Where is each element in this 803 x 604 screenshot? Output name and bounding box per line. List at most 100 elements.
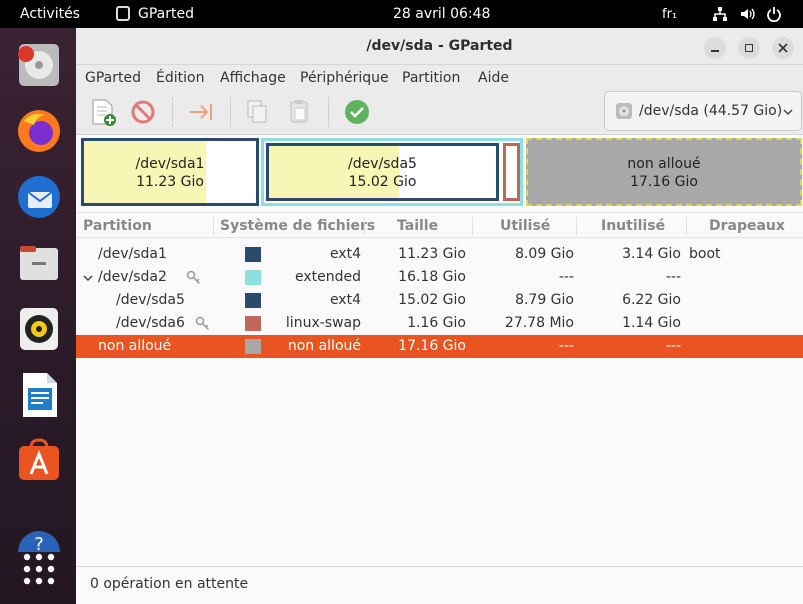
table-row[interactable]: /dev/sda2 extended 16.18 Gio --- --- bbox=[76, 266, 803, 289]
partition-unused: --- bbox=[665, 269, 681, 285]
filesystem-type: extended bbox=[294, 269, 361, 285]
used-space-fill bbox=[84, 141, 206, 203]
partition-map-sda1-size: 11.23 Gio bbox=[136, 174, 204, 190]
menu-partition[interactable]: Partition bbox=[402, 70, 460, 86]
column-separator bbox=[364, 217, 365, 235]
table-row[interactable]: /dev/sda5 ext4 15.02 Gio 8.79 Gio 6.22 G… bbox=[76, 289, 803, 312]
app-menu-label[interactable]: GParted bbox=[138, 6, 194, 22]
clock[interactable]: 28 avril 06:48 bbox=[393, 6, 490, 22]
partition-size: 1.16 Gio bbox=[407, 315, 466, 331]
software-center-icon[interactable] bbox=[14, 436, 64, 486]
partition-unused: 1.14 Gio bbox=[622, 315, 681, 331]
key-icon bbox=[195, 316, 210, 331]
filesystem-color-swatch bbox=[245, 339, 261, 354]
menu-gparted[interactable]: GParted bbox=[85, 70, 141, 86]
firefox-icon[interactable] bbox=[14, 106, 64, 156]
partition-unused: 6.22 Gio bbox=[622, 292, 681, 308]
activities-button[interactable]: Activités bbox=[20, 6, 80, 22]
window-title: /dev/sda - GParted bbox=[366, 38, 513, 54]
toolbar: /dev/sda (44.57 Gio) bbox=[76, 91, 803, 135]
partition-size: 16.18 Gio bbox=[398, 269, 466, 285]
partition-flags: boot bbox=[689, 246, 721, 262]
used-space-fill bbox=[269, 146, 399, 198]
partition-map-sda5-size: 15.02 Gio bbox=[348, 174, 417, 190]
close-button[interactable] bbox=[772, 37, 794, 59]
input-language[interactable]: fr₁ bbox=[662, 7, 677, 22]
title-bar[interactable]: /dev/sda - GParted bbox=[76, 28, 803, 65]
filesystem-type: linux-swap bbox=[285, 315, 361, 331]
partition-map-unallocated[interactable]: non alloué 17.16 Gio bbox=[526, 138, 802, 206]
chevron-down-icon bbox=[783, 109, 793, 116]
column-separator bbox=[686, 217, 687, 235]
power-icon[interactable] bbox=[766, 6, 782, 22]
column-unused[interactable]: Inutilisé bbox=[601, 218, 665, 234]
device-selector[interactable]: /dev/sda (44.57 Gio) bbox=[604, 91, 802, 131]
copy-icon[interactable] bbox=[242, 97, 272, 127]
partition-used: 27.78 Mio bbox=[504, 315, 574, 331]
filesystem-type: ext4 bbox=[329, 292, 361, 308]
paste-icon[interactable] bbox=[284, 97, 314, 127]
gparted-app-icon bbox=[116, 6, 130, 21]
menu-bar: GParted Édition Affichage Périphérique P… bbox=[76, 65, 803, 91]
table-header: Partition Système de fichiers Taille Uti… bbox=[76, 212, 803, 238]
partition-map-sda1-name: /dev/sda1 bbox=[135, 156, 205, 172]
minimize-button[interactable] bbox=[704, 37, 726, 59]
expander-icon[interactable] bbox=[83, 274, 93, 282]
filesystem-color-swatch bbox=[245, 316, 261, 331]
gparted-dock-icon[interactable] bbox=[14, 40, 64, 90]
partition-map-sda6[interactable] bbox=[503, 143, 520, 201]
resize-move-icon[interactable] bbox=[186, 97, 216, 127]
minimize-icon bbox=[711, 50, 719, 52]
partition-name: non alloué bbox=[98, 338, 172, 354]
menu-aide[interactable]: Aide bbox=[478, 70, 509, 86]
libreoffice-writer-icon[interactable] bbox=[14, 370, 64, 420]
table-row[interactable]: /dev/sda6 linux-swap 1.16 Gio 27.78 Mio … bbox=[76, 312, 803, 335]
rhythmbox-icon[interactable] bbox=[14, 304, 64, 354]
show-applications-icon[interactable] bbox=[14, 546, 64, 596]
column-partition[interactable]: Partition bbox=[83, 218, 152, 234]
apply-icon[interactable] bbox=[342, 97, 372, 127]
filesystem-color-swatch bbox=[245, 270, 261, 285]
partition-map-sda5[interactable]: /dev/sda5 15.02 Gio bbox=[266, 143, 499, 201]
partition-name: /dev/sda1 bbox=[98, 246, 167, 262]
column-separator bbox=[472, 217, 473, 235]
network-icon[interactable] bbox=[712, 6, 728, 22]
thunderbird-icon[interactable] bbox=[14, 172, 64, 222]
maximize-icon bbox=[745, 44, 753, 52]
partition-map-sda1[interactable]: /dev/sda1 11.23 Gio bbox=[81, 138, 259, 206]
delete-partition-icon[interactable] bbox=[128, 97, 158, 127]
partition-unused: --- bbox=[665, 338, 681, 354]
files-icon[interactable] bbox=[14, 238, 64, 288]
menu-peripherique[interactable]: Périphérique bbox=[300, 70, 389, 86]
disk-icon bbox=[616, 103, 632, 119]
close-icon bbox=[778, 43, 788, 53]
table-row[interactable]: /dev/sda1 ext4 11.23 Gio 8.09 Gio 3.14 G… bbox=[76, 243, 803, 266]
partition-map-sda5-name: /dev/sda5 bbox=[348, 156, 417, 172]
filesystem-color-swatch bbox=[245, 247, 261, 262]
partition-map: /dev/sda1 11.23 Gio /dev/sda5 15.02 Gio … bbox=[76, 136, 803, 211]
table-row-selected[interactable]: non alloué non alloué 17.16 Gio --- --- bbox=[76, 335, 803, 358]
help-icon[interactable]: ? bbox=[14, 502, 64, 552]
volume-icon[interactable] bbox=[740, 6, 756, 22]
gparted-window: /dev/sda - GParted GParted Édition Affic… bbox=[76, 28, 803, 604]
status-bar: 0 opération en attente bbox=[76, 566, 803, 604]
partition-name: /dev/sda6 bbox=[116, 315, 185, 331]
column-size[interactable]: Taille bbox=[397, 218, 438, 234]
column-used[interactable]: Utilisé bbox=[500, 218, 550, 234]
column-flags[interactable]: Drapeaux bbox=[709, 218, 785, 234]
filesystem-type: non alloué bbox=[287, 338, 361, 354]
toolbar-separator bbox=[328, 97, 329, 127]
toolbar-separator bbox=[172, 97, 173, 127]
menu-edition[interactable]: Édition bbox=[156, 70, 204, 86]
new-partition-icon[interactable] bbox=[88, 97, 118, 127]
partition-used: 8.09 Gio bbox=[515, 246, 574, 262]
maximize-button[interactable] bbox=[738, 37, 760, 59]
partition-map-sda2-extended[interactable]: /dev/sda5 15.02 Gio bbox=[261, 138, 523, 206]
toolbar-separator bbox=[230, 97, 231, 127]
menu-affichage[interactable]: Affichage bbox=[220, 70, 286, 86]
partition-map-unallocated-size: 17.16 Gio bbox=[630, 174, 698, 190]
top-bar: Activités GParted 28 avril 06:48 fr₁ bbox=[0, 0, 803, 28]
partition-map-unallocated-name: non alloué bbox=[627, 156, 701, 172]
column-filesystem[interactable]: Système de fichiers bbox=[220, 218, 375, 234]
pending-operations-status: 0 opération en attente bbox=[90, 576, 249, 592]
